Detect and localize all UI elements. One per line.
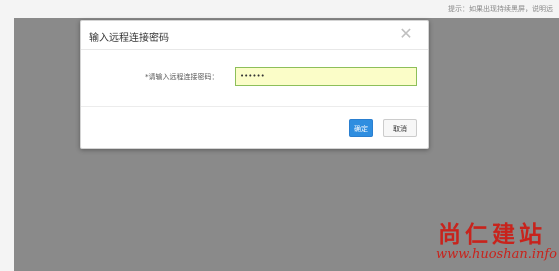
password-label: *请输入远程连接密码： <box>145 73 219 81</box>
dialog-footer: 确定 取消 <box>81 106 428 150</box>
close-icon[interactable]: ✕ <box>398 26 414 42</box>
side-strip <box>0 18 14 271</box>
dialog-header: 输入远程连接密码 ✕ <box>81 21 428 50</box>
password-dialog: 输入远程连接密码 ✕ *请输入远程连接密码： •••••• 确定 取消 <box>80 20 429 149</box>
watermark-url: www.huoshan.info <box>436 247 558 262</box>
top-bar: 提示：如果出现持续黑屏，说明远 <box>0 0 559 18</box>
hint-text: 提示：如果出现持续黑屏，说明远 <box>448 5 553 13</box>
confirm-button[interactable]: 确定 <box>349 119 373 137</box>
password-field-row: *请输入远程连接密码： •••••• <box>81 67 428 87</box>
cancel-button[interactable]: 取消 <box>383 119 417 137</box>
dialog-title: 输入远程连接密码 <box>89 33 169 44</box>
watermark-brand: 尚仁建站 <box>438 222 546 248</box>
password-input[interactable]: •••••• <box>235 67 417 86</box>
